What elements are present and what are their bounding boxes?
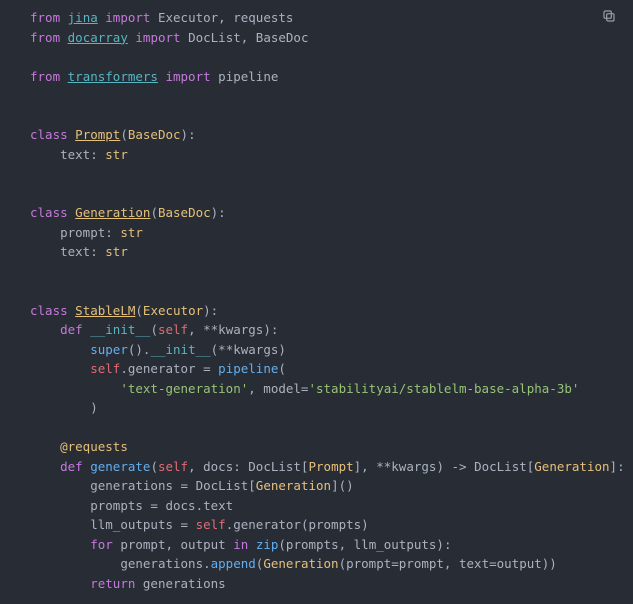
mod-transformers: transformers [68,69,158,84]
fn-init: __init__ [90,322,150,337]
fn-generate: generate [90,459,150,474]
class-generation: Generation [75,205,150,220]
copy-icon [601,12,617,27]
class-prompt: Prompt [75,127,120,142]
mod-docarray: docarray [68,30,128,45]
class-stablelm: StableLM [75,303,135,318]
kw-from: from [30,10,60,25]
code-content: from jina import Executor, requests from… [30,8,615,593]
decorator-requests: @requests [60,439,128,454]
code-block: from jina import Executor, requests from… [0,0,633,604]
copy-button[interactable] [601,8,621,28]
mod-jina: jina [68,10,98,25]
